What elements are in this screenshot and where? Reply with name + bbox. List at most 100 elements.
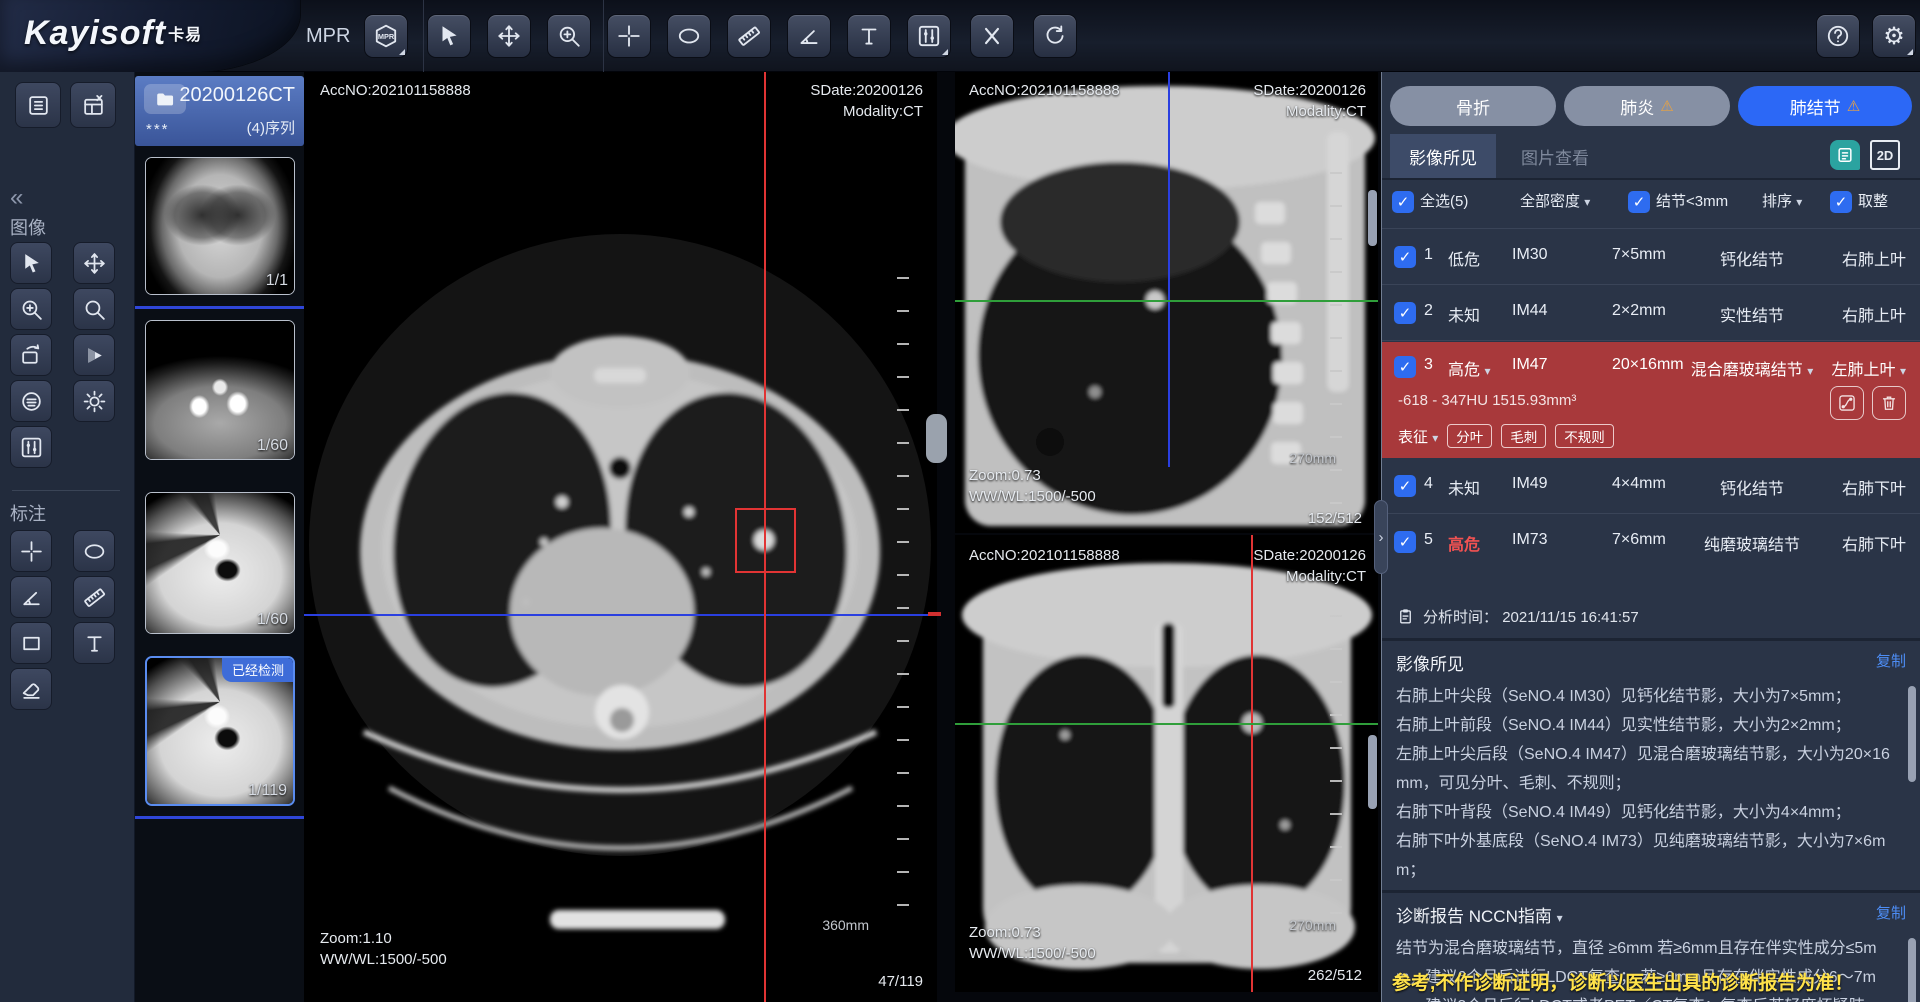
detected-badge: 已经检测 bbox=[222, 657, 294, 682]
tab-image-view[interactable]: 图片查看 bbox=[1496, 134, 1614, 178]
nodule-checkbox[interactable]: ✓ bbox=[1394, 531, 1416, 553]
nodule-checkbox[interactable]: ✓ bbox=[1394, 302, 1416, 324]
nodule-type: 钙化结节 bbox=[1677, 475, 1827, 499]
nodule-row-1[interactable]: ✓ 1 低危 IM30 7×5mm 钙化结节 右肺上叶 bbox=[1382, 229, 1920, 285]
nodule-image-no: IM49 bbox=[1512, 475, 1548, 493]
delete-nodule-button[interactable] bbox=[1872, 386, 1906, 420]
layout-close-button[interactable] bbox=[70, 82, 116, 128]
angle-tool-button[interactable] bbox=[787, 14, 831, 58]
brightness-tool-button[interactable] bbox=[73, 380, 115, 422]
window-level-button[interactable] bbox=[907, 14, 951, 58]
series-list-button[interactable] bbox=[15, 82, 61, 128]
collapse-sidebar-button[interactable]: « bbox=[10, 186, 23, 210]
text-icon bbox=[82, 631, 107, 656]
annot-crosshair-button[interactable] bbox=[10, 530, 52, 572]
reset-rotate-icon bbox=[1042, 23, 1068, 49]
2d-view-button[interactable]: 2D bbox=[1870, 140, 1900, 170]
trait-chip[interactable]: 分叶 bbox=[1447, 424, 1492, 448]
density-filter-dropdown[interactable]: 全部密度 ▾ bbox=[1520, 191, 1590, 213]
follow-up-button[interactable] bbox=[1830, 386, 1864, 420]
trait-chip[interactable]: 不规则 bbox=[1555, 424, 1614, 448]
tab-pneumonia[interactable]: 肺炎⚠ bbox=[1564, 86, 1730, 126]
zoom-tool-button[interactable] bbox=[547, 14, 591, 58]
tab-fracture[interactable]: 骨折 bbox=[1390, 86, 1556, 126]
ai-analysis-panel: 骨折 肺炎⚠ 肺结节⚠ 影像所见 图片查看 2D ✓ 全选(5) 全部密度 ▾ … bbox=[1382, 72, 1920, 1002]
study-header[interactable]: 20200126CT *** (4)序列 bbox=[135, 76, 304, 146]
nodule-roi-box[interactable] bbox=[735, 508, 796, 573]
axial-viewport[interactable]: 360mm AccNO:202101158888 SDate:20200126M… bbox=[304, 72, 937, 1002]
nodule-checkbox[interactable]: ✓ bbox=[1394, 246, 1416, 268]
help-button[interactable] bbox=[1816, 14, 1860, 58]
nodule-row-3-expanded[interactable]: ✓ 3 高危 ▾ IM47 20×16mm 混合磨玻璃结节 ▾ 左肺上叶 ▾ -… bbox=[1382, 342, 1920, 458]
thumb-index: 1/60 bbox=[257, 437, 288, 455]
eraser-button[interactable] bbox=[10, 668, 52, 710]
nodule-image-no: IM47 bbox=[1512, 356, 1548, 374]
divider bbox=[1382, 178, 1920, 180]
close-x-icon bbox=[979, 23, 1005, 49]
panel-expander-handle[interactable]: › bbox=[1374, 500, 1388, 574]
annot-ruler-button[interactable] bbox=[73, 576, 115, 618]
window-level-tool-button[interactable] bbox=[10, 426, 52, 468]
select-all-checkbox[interactable]: ✓ bbox=[1392, 191, 1414, 213]
guideline-dropdown[interactable]: NCCN指南 ▾ bbox=[1469, 907, 1563, 926]
pan-tool-button[interactable] bbox=[487, 14, 531, 58]
brightness-icon bbox=[82, 389, 107, 414]
cursor-tool-button[interactable] bbox=[427, 14, 471, 58]
series-thumbnail-detected[interactable]: 已经检测 1/119 bbox=[145, 656, 295, 806]
nodule-type-dropdown[interactable]: 混合磨玻璃结节 ▾ bbox=[1677, 356, 1827, 380]
series-thumbnail-axial-lung[interactable]: 1/60 bbox=[145, 492, 295, 634]
ellipse-tool-button[interactable] bbox=[667, 14, 711, 58]
small-nodule-checkbox[interactable]: ✓ bbox=[1628, 191, 1650, 213]
sagittal-viewport[interactable]: 270mm AccNO:202101158888 SDate:20200126M… bbox=[955, 72, 1378, 533]
report-chat-button[interactable] bbox=[1830, 140, 1860, 170]
round-checkbox[interactable]: ✓ bbox=[1830, 191, 1852, 213]
traits-dropdown[interactable]: 表征 ▾ bbox=[1398, 426, 1438, 447]
zoom-in-tool-button[interactable] bbox=[10, 288, 52, 330]
app-window: Kayisoft卡易 MPR MPR ⚙ « 图像 标注 bbox=[0, 0, 1920, 1002]
sagittal-scrollbar-thumb[interactable] bbox=[1368, 190, 1377, 246]
invert-tool-button[interactable] bbox=[10, 380, 52, 422]
nodule-row-5[interactable]: ✓ 5 高危 IM73 7×6mm 纯磨玻璃结节 右肺下叶 bbox=[1382, 514, 1920, 570]
magnify-tool-button[interactable] bbox=[73, 288, 115, 330]
report-title: 诊断报告 NCCN指南 ▾ bbox=[1396, 902, 1563, 927]
mpr-layout-button[interactable]: MPR bbox=[364, 14, 408, 58]
series-thumbnail-axial-soft[interactable]: 1/60 bbox=[145, 320, 295, 460]
crosshair-tool-button[interactable] bbox=[607, 14, 651, 58]
annot-angle-button[interactable] bbox=[10, 576, 52, 618]
nodule-location-dropdown[interactable]: 左肺上叶 ▾ bbox=[1832, 356, 1907, 380]
findings-scrollbar-thumb[interactable] bbox=[1908, 686, 1916, 782]
reset-view-button[interactable] bbox=[1033, 14, 1077, 58]
annot-ellipse-button[interactable] bbox=[73, 530, 115, 572]
annot-rectangle-button[interactable] bbox=[10, 622, 52, 664]
nodule-location: 右肺下叶 bbox=[1842, 531, 1906, 555]
coronal-viewport[interactable]: 270mm AccNO:202101158888 SDate:20200126M… bbox=[955, 535, 1378, 992]
copy-report-button[interactable]: 复制 bbox=[1876, 902, 1906, 923]
small-nodule-label: 结节<3mm bbox=[1656, 191, 1728, 213]
rotate-tool-button[interactable] bbox=[10, 334, 52, 376]
settings-button[interactable]: ⚙ bbox=[1872, 14, 1916, 58]
cursor-tool-button[interactable] bbox=[10, 242, 52, 284]
zoom-in-icon bbox=[556, 23, 582, 49]
nodule-risk-dropdown[interactable]: 高危 ▾ bbox=[1448, 356, 1491, 380]
nodule-checkbox[interactable]: ✓ bbox=[1394, 475, 1416, 497]
clear-annotations-button[interactable] bbox=[970, 14, 1014, 58]
series-thumbnail-scout[interactable]: 1/1 bbox=[145, 157, 295, 295]
annot-text-button[interactable] bbox=[73, 622, 115, 664]
coronal-scrollbar-thumb[interactable] bbox=[1368, 735, 1377, 809]
copy-findings-button[interactable]: 复制 bbox=[1876, 650, 1906, 671]
trait-chip[interactable]: 毛刺 bbox=[1501, 424, 1546, 448]
nodule-row-2[interactable]: ✓ 2 未知 IM44 2×2mm 实性结节 右肺上叶 bbox=[1382, 285, 1920, 341]
window-level-icon bbox=[916, 23, 942, 49]
nodule-row-4[interactable]: ✓ 4 未知 IM49 4×4mm 钙化结节 右肺下叶 bbox=[1382, 458, 1920, 514]
nodule-checkbox[interactable]: ✓ bbox=[1394, 356, 1416, 378]
nodule-location: 右肺上叶 bbox=[1842, 246, 1906, 270]
tab-image-findings[interactable]: 影像所见 bbox=[1390, 134, 1496, 178]
sort-dropdown[interactable]: 排序 ▾ bbox=[1762, 191, 1802, 213]
ruler-tool-button[interactable] bbox=[727, 14, 771, 58]
axial-scrollbar-thumb[interactable] bbox=[926, 414, 947, 463]
chevron-down-icon: ▾ bbox=[1484, 364, 1490, 378]
text-tool-button[interactable] bbox=[847, 14, 891, 58]
pan-tool-button[interactable] bbox=[73, 242, 115, 284]
tab-lung-nodule[interactable]: 肺结节⚠ bbox=[1738, 86, 1912, 126]
cine-play-button[interactable] bbox=[73, 334, 115, 376]
